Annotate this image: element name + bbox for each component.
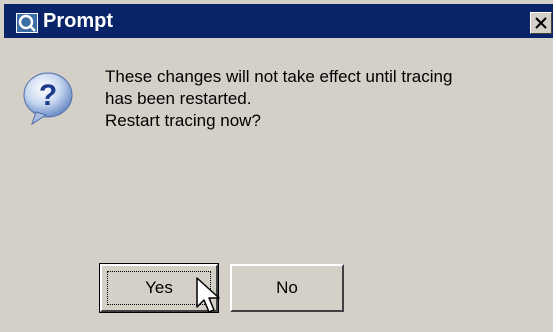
question-icon: ?	[18, 68, 78, 128]
mouse-pointer-icon	[196, 277, 222, 321]
title-bar[interactable]: Prompt	[4, 4, 553, 38]
prompt-app-icon	[16, 13, 38, 33]
message-line: These changes will not take effect until…	[105, 67, 453, 86]
prompt-dialog: Prompt ? These changes will not take eff…	[0, 0, 553, 332]
window-title: Prompt	[43, 10, 113, 32]
message-line: Restart tracing now?	[105, 111, 261, 130]
message-line: has been restarted.	[105, 89, 252, 108]
close-button[interactable]	[530, 12, 552, 34]
message-text: These changes will not take effect until…	[105, 66, 545, 132]
close-icon	[535, 17, 547, 29]
no-button-label: No	[276, 278, 298, 297]
svg-text:?: ?	[39, 79, 57, 112]
no-button[interactable]: No	[230, 264, 344, 312]
